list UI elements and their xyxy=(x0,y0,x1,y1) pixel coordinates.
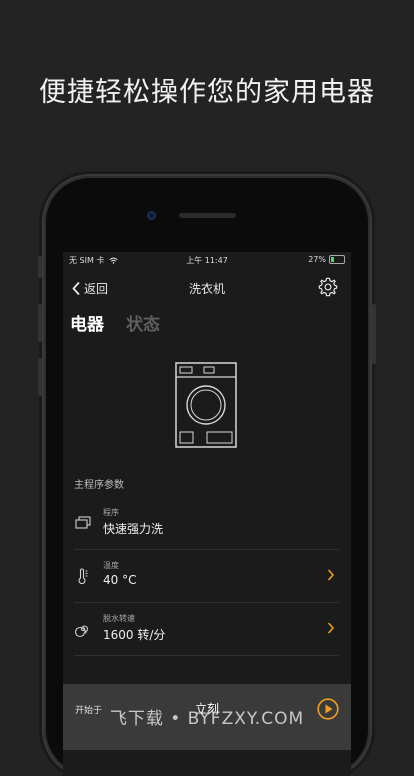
thermometer-icon xyxy=(78,568,88,585)
front-camera xyxy=(147,211,156,220)
volume-up-button xyxy=(38,304,42,342)
phone-frame: 无 SIM 卡 上午 11:47 27% 返回 洗衣机 电器 状态 主程序参数 … xyxy=(38,176,376,776)
param-label: 程序 xyxy=(103,508,119,517)
spin-icon xyxy=(74,625,89,638)
power-button xyxy=(372,304,376,364)
tab-status[interactable]: 状态 xyxy=(126,310,160,335)
nav-bar: 返回 洗衣机 xyxy=(63,270,351,306)
tab-appliance[interactable]: 电器 xyxy=(70,310,104,335)
param-row-spin-speed[interactable]: 脱水转速 1600 转/分 xyxy=(74,602,339,656)
chevron-right-icon xyxy=(328,622,334,634)
param-row-program: 程序 快速强力洗 xyxy=(74,496,339,550)
status-bar: 无 SIM 卡 上午 11:47 27% xyxy=(63,252,351,270)
section-label: 主程序参数 xyxy=(74,480,124,491)
param-row-temperature[interactable]: 温度 40 °C xyxy=(74,549,339,603)
battery-percent: 27% xyxy=(308,255,326,264)
tab-bar: 电器 状态 xyxy=(70,310,160,335)
chevron-right-icon xyxy=(328,569,334,581)
layers-icon xyxy=(75,516,91,529)
earpiece-speaker xyxy=(179,213,236,218)
watermark: 飞下载 • BYFZXY.COM xyxy=(109,709,305,729)
battery-status: 27% xyxy=(308,255,345,264)
page-title: 洗衣机 xyxy=(188,282,225,296)
headline: 便捷轻松操作您的家用电器 xyxy=(39,77,375,108)
volume-down-button xyxy=(38,358,42,396)
param-label: 脱水转速 xyxy=(103,614,135,623)
mute-switch xyxy=(38,256,42,278)
washing-machine-icon xyxy=(175,362,237,448)
app-screen: 无 SIM 卡 上午 11:47 27% 返回 洗衣机 电器 状态 主程序参数 … xyxy=(63,252,351,776)
param-value: 1600 转/分 xyxy=(103,628,166,642)
param-value: 快速强力洗 xyxy=(103,522,164,536)
param-value: 40 °C xyxy=(103,573,137,587)
battery-icon xyxy=(329,255,345,264)
param-label: 温度 xyxy=(103,561,119,570)
gear-icon[interactable] xyxy=(317,276,339,298)
